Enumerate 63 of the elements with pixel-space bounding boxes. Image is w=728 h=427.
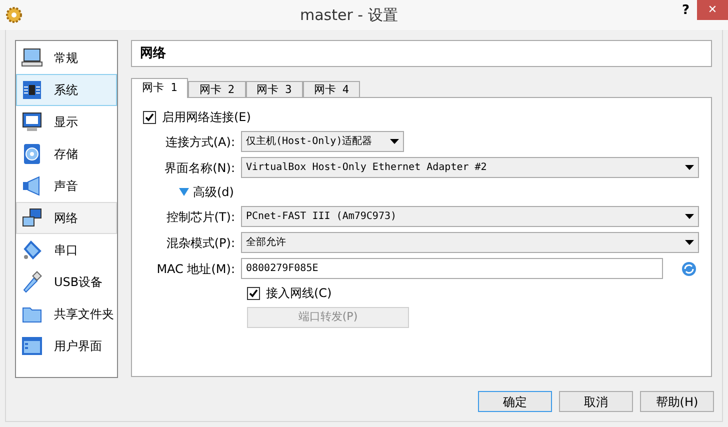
page-title: 网络 (140, 44, 166, 63)
dropdown-value: VirtualBox Host-Only Ethernet Adapter #2 (246, 161, 487, 175)
sidebar-label: 串口 (54, 242, 78, 259)
checkbox[interactable] (247, 286, 260, 300)
tab[interactable]: 网卡 2 (188, 81, 246, 98)
monitor-icon (21, 111, 43, 133)
chip-icon (21, 79, 43, 101)
sidebar-item[interactable]: 串口 (16, 234, 117, 266)
sidebar-item[interactable]: USB设备 (16, 266, 117, 298)
sidebar-item[interactable]: 显示 (16, 106, 117, 138)
sidebar-label: 用户界面 (54, 338, 102, 355)
sidebar-item[interactable]: 声音 (16, 170, 117, 202)
dropdown-value: 仅主机(Host-Only)适配器 (246, 134, 372, 149)
sidebar-item[interactable]: 共享文件夹 (16, 298, 117, 330)
field-label: 界面名称(N): (164, 160, 235, 176)
refresh-icon[interactable] (681, 260, 697, 276)
dropdown[interactable]: VirtualBox Host-Only Ethernet Adapter #2 (241, 157, 699, 178)
sidebar-item[interactable]: 网络 (16, 202, 117, 234)
tab[interactable]: 网卡 3 (246, 81, 303, 98)
sidebar-label: 系统 (54, 82, 78, 99)
checkbox[interactable] (143, 110, 156, 124)
sidebar-label: 存储 (54, 146, 78, 163)
laptop-icon (21, 47, 43, 69)
mac-address-field[interactable]: 0800279F085E (241, 258, 663, 279)
sidebar-item[interactable]: 系统 (16, 74, 117, 106)
dropdown[interactable]: 仅主机(Host-Only)适配器 (241, 131, 404, 152)
dialog-button[interactable]: 帮助(H) (640, 391, 714, 412)
sidebar-label: 显示 (54, 114, 78, 131)
sidebar-label: USB设备 (54, 274, 103, 291)
network-icon (21, 207, 43, 229)
dropdown[interactable]: PCnet-FAST III (Am79C973) (241, 206, 699, 227)
checkbox-label: 接入网线(C) (266, 285, 332, 302)
caret-icon (685, 214, 694, 219)
checkbox-label: 启用网络连接(E) (162, 109, 251, 126)
usb-icon (21, 271, 43, 293)
caret-icon (685, 240, 694, 245)
field-label: 混杂模式(P): (165, 234, 235, 252)
sidebar-item[interactable]: 常规 (16, 42, 117, 74)
sidebar-item[interactable]: 用户界面 (16, 330, 117, 362)
sidebar-label: 声音 (54, 178, 78, 195)
tab[interactable]: 网卡 1 (131, 78, 188, 98)
dropdown[interactable]: 全部允许 (241, 232, 699, 253)
field-label: 连接方式(A): (164, 134, 235, 150)
sidebar-label: 常规 (54, 50, 78, 67)
expand-triangle-icon[interactable] (179, 188, 189, 196)
advanced-label: 高级(d) (193, 184, 234, 201)
dropdown-value: 全部允许 (246, 236, 286, 250)
dialog-button[interactable]: 确定 (478, 391, 552, 412)
close-button[interactable]: ✕ (697, 0, 728, 20)
dropdown-value: PCnet-FAST III (Am79C973) (246, 210, 397, 224)
sidebar-label: 共享文件夹 (54, 306, 114, 323)
dialog-button[interactable]: 取消 (559, 391, 633, 412)
sidebar-label: 网络 (54, 210, 78, 227)
tab[interactable]: 网卡 4 (302, 81, 360, 98)
caret-icon (685, 165, 694, 170)
field-label: 控制芯片(T): (165, 208, 235, 226)
window-icon (21, 335, 43, 357)
caret-icon (390, 139, 399, 144)
gear-icon (6, 7, 22, 23)
window-title: master - 设置 (300, 5, 398, 26)
field-label: MAC 地址(M): (156, 260, 235, 278)
help-button[interactable]: ? (682, 1, 690, 20)
sidebar-item[interactable]: 存储 (16, 138, 117, 170)
